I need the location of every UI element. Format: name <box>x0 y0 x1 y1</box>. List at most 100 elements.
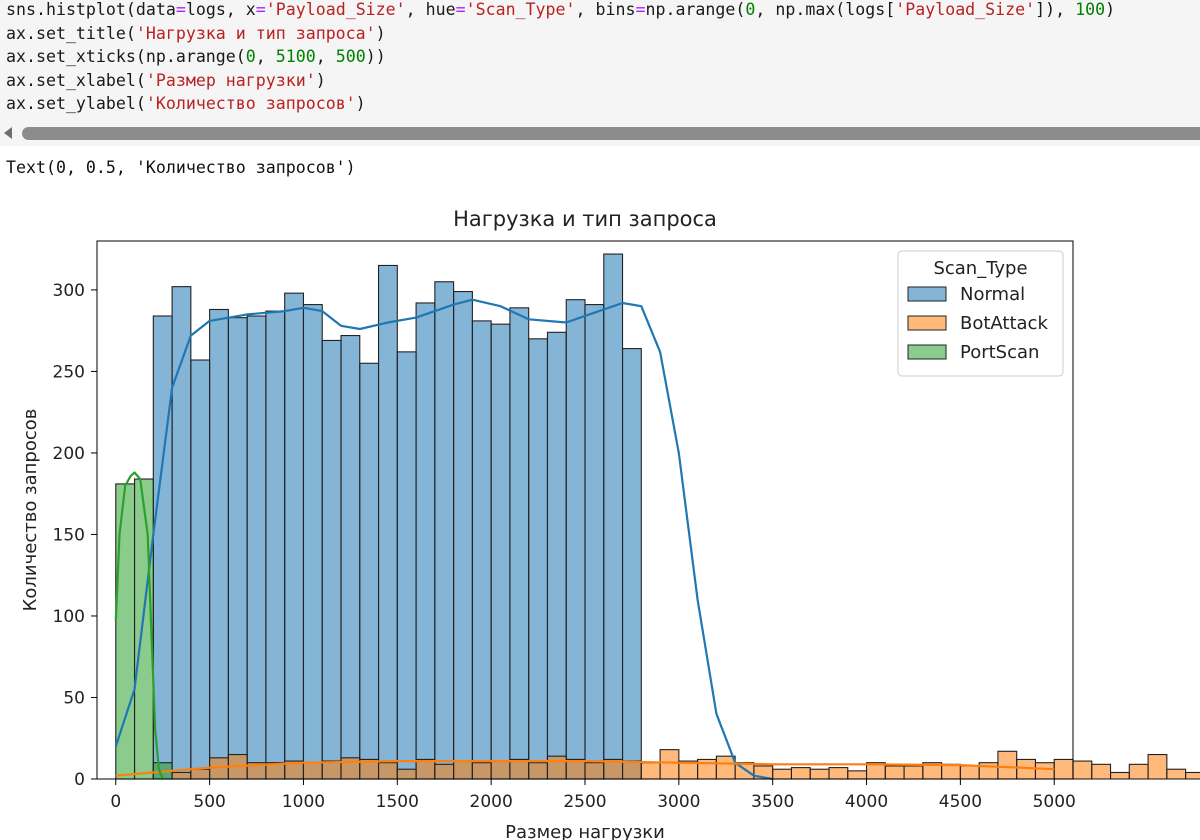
histogram-bar <box>190 768 211 780</box>
histogram-bar <box>546 331 567 780</box>
code-token: ]), <box>1035 0 1076 19</box>
histogram-bar <box>302 304 323 780</box>
x-tick-label: 1000 <box>282 792 325 812</box>
code-token: ax.set_xlabel( <box>6 70 146 90</box>
histogram-bar <box>1147 753 1168 780</box>
code-cell[interactable]: sns.histplot(data=logs, x='Payload_Size'… <box>0 0 1200 146</box>
histogram-bar <box>847 770 868 780</box>
histogram-bar <box>1185 771 1200 780</box>
histogram-bar <box>152 315 173 780</box>
histogram-bar <box>509 307 530 780</box>
code-token: , np.max(logs[ <box>755 0 896 19</box>
x-tick-label: 500 <box>193 792 225 812</box>
histogram-bar <box>715 755 736 780</box>
legend-label-botattack: BotAttack <box>960 313 1048 334</box>
code-line: ax.set_xticks(np.arange(0, 5100, 500)) <box>6 45 1115 69</box>
code-token: logs, x <box>185 0 256 19</box>
histogram-bar <box>659 749 680 780</box>
y-tick-label: 0 <box>74 770 85 790</box>
code-line: ax.set_ylabel('Количество запросов') <box>6 92 1115 116</box>
histogram-bar <box>528 338 549 780</box>
code-token: = <box>635 0 646 19</box>
histogram-bar <box>359 362 380 780</box>
legend-swatch-normal <box>907 286 947 302</box>
code-token: 'Количество запросов' <box>145 94 356 113</box>
histogram-bar <box>565 758 586 780</box>
histogram-bar <box>640 762 661 780</box>
legend-swatch-portscan <box>907 344 947 360</box>
histogram-bar <box>471 762 492 780</box>
scroll-left-arrow-icon[interactable] <box>4 127 12 139</box>
y-tick-label: 250 <box>53 362 85 382</box>
x-tick-label: 2500 <box>563 792 606 812</box>
code-token: , <box>255 47 276 66</box>
code-token: ) <box>1105 0 1116 19</box>
cell-output-text: Text(0, 0.5, 'Количество запросов') <box>6 158 356 177</box>
code-token: )) <box>365 47 386 66</box>
histogram-bar <box>997 750 1018 780</box>
legend-label-normal: Normal <box>960 284 1025 305</box>
histogram-bar <box>396 351 417 780</box>
x-tick-label: 3000 <box>657 792 700 812</box>
histogram-bar <box>171 771 192 780</box>
histogram-bar <box>490 323 511 780</box>
histogram-bar <box>321 339 342 780</box>
histogram-bar <box>546 755 567 780</box>
x-tick-label: 2000 <box>470 792 513 812</box>
code-token: 'Нагрузка и тип запроса' <box>135 23 376 43</box>
scrollbar-thumb[interactable] <box>22 127 1200 140</box>
code-token: ) <box>355 94 366 113</box>
series-bars-normal <box>152 253 642 780</box>
histogram-bar <box>584 762 605 780</box>
x-tick-label: 0 <box>110 792 121 812</box>
histogram-bar <box>490 760 511 780</box>
code-token: , <box>315 47 336 66</box>
code-line: ax.set_xlabel('Размер нагрузки') <box>6 69 1115 93</box>
histogram-bar <box>209 308 229 780</box>
code-token: 'Payload_Size' <box>265 0 406 19</box>
histogram-bar <box>471 320 492 780</box>
code-token: 'Payload_Size' <box>895 0 1036 19</box>
code-token: , bins <box>575 0 636 19</box>
code-token: 0 <box>245 47 256 66</box>
code-token: , hue <box>405 0 456 19</box>
histogram-bar <box>584 304 605 780</box>
histogram-bar <box>1034 762 1055 780</box>
histogram-bar <box>1128 763 1149 780</box>
code-token: np.arange( <box>645 0 746 19</box>
horizontal-scrollbar[interactable] <box>0 125 1200 143</box>
histogram-bar <box>284 292 305 780</box>
code-token: = <box>175 0 186 19</box>
code-editor[interactable]: sns.histplot(data=logs, x='Payload_Size'… <box>6 0 1115 116</box>
histogram-bar <box>603 253 624 780</box>
code-token: 'Scan_Type' <box>465 0 576 19</box>
histogram-bar <box>1072 760 1093 780</box>
legend-title: Scan_Type <box>933 258 1027 279</box>
code-token: 100 <box>1075 0 1106 19</box>
histogram-bar <box>302 762 323 780</box>
y-tick-label: 100 <box>53 607 85 627</box>
code-token: ax.set_ylabel( <box>6 94 146 113</box>
code-token: ax.set_xticks(np.arange( <box>6 47 246 66</box>
histogram-bar <box>790 767 811 780</box>
histogram-bar <box>772 768 793 780</box>
histogram-bar <box>434 763 455 780</box>
histogram-bar <box>1091 763 1112 780</box>
histogram-bar <box>1053 758 1074 780</box>
chart-title: Нагрузка и тип запроса <box>453 207 717 231</box>
code-token: 5100 <box>275 47 316 66</box>
histogram-bar <box>959 765 980 780</box>
histogram-bar <box>528 762 549 780</box>
code-token: = <box>455 0 466 19</box>
histogram-bar <box>809 768 830 780</box>
legend-label-portscan: PortScan <box>960 342 1039 363</box>
legend: Scan_Type Normal BotAttack PortScan <box>897 250 1064 377</box>
code-token: 500 <box>335 47 366 66</box>
histogram-bar <box>265 310 286 780</box>
x-tick-label: 1500 <box>376 792 419 812</box>
histogram-bar <box>903 765 924 780</box>
histogram-bar <box>1166 768 1187 780</box>
histogram-chart: 0 500 1000 1500 2000 2500 3000 3500 4000 4500 5000… <box>20 207 1200 840</box>
x-tick-label: 4500 <box>939 792 982 812</box>
code-token: ax.set_title( <box>6 23 136 43</box>
